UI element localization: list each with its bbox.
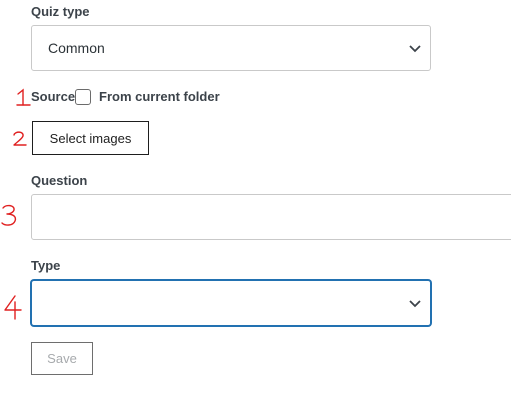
- type-select[interactable]: [31, 280, 431, 326]
- question-input[interactable]: [31, 194, 511, 240]
- quiz-type-label: Quiz type: [31, 4, 90, 19]
- select-images-button[interactable]: Select images: [32, 121, 149, 155]
- quiz-form: Quiz type Common Source From current fol…: [0, 0, 511, 399]
- save-button[interactable]: Save: [31, 342, 93, 375]
- annotation-3: [1, 204, 17, 226]
- source-label: Source: [31, 89, 76, 104]
- annotation-4: [4, 295, 22, 320]
- question-label: Question: [31, 173, 88, 188]
- quiz-type-select[interactable]: Common: [31, 25, 431, 71]
- quiz-type-selected-value: Common: [48, 40, 105, 56]
- chevron-down-icon: [409, 45, 421, 53]
- from-current-folder-label[interactable]: From current folder: [99, 89, 220, 104]
- annotation-1: [16, 88, 31, 106]
- from-current-folder-checkbox[interactable]: [75, 89, 91, 105]
- chevron-down-icon: [409, 300, 421, 308]
- annotation-2: [13, 131, 27, 146]
- type-label: Type: [31, 258, 61, 273]
